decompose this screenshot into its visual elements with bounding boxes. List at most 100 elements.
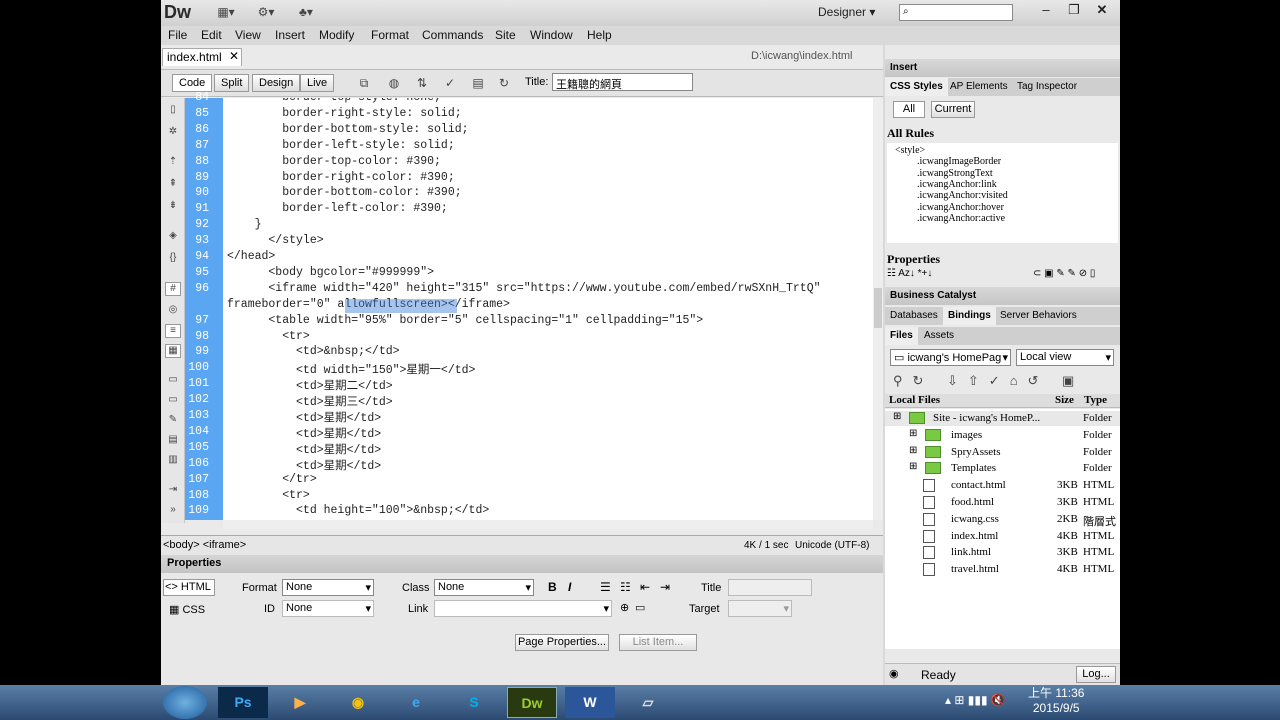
current-button[interactable]: Current (931, 101, 975, 118)
files-toolbar[interactable]: ⚲↻ ⇩⇧✓⌂↺ ▣ (893, 373, 1084, 389)
tray-icons[interactable]: ▴ ⊞ ▮▮▮ 🔇 (945, 693, 1006, 707)
code-editor[interactable]: border-top-style: none; border-right-sty… (223, 98, 873, 520)
italic-icon[interactable]: I (568, 580, 571, 594)
workspace-switcher[interactable]: Designer ▾ (818, 5, 875, 19)
col-type[interactable]: Type (1084, 394, 1107, 406)
outdent-icon[interactable]: ⇤ (640, 580, 650, 594)
properties-header[interactable]: Properties (161, 555, 883, 573)
design-view-button[interactable]: Design (252, 74, 301, 92)
layout-icon[interactable]: ▦▾ (213, 5, 239, 21)
dreamweaver-icon[interactable]: Dw (507, 687, 557, 718)
title-input[interactable]: 王籍聰的網頁 (552, 73, 693, 91)
tab-css-styles[interactable]: CSS Styles (885, 78, 948, 96)
file-row[interactable]: ⊞ images Folder (885, 428, 1120, 443)
css-mode-button[interactable]: ▦ CSS (169, 603, 205, 616)
view-select[interactable]: Local view ▾ (1016, 349, 1114, 366)
menu-help[interactable]: Help (587, 28, 612, 42)
link-input[interactable]: ▾ (434, 600, 612, 617)
preview-icon[interactable]: ◍ (381, 76, 407, 92)
search-input[interactable]: ⌕ (899, 4, 1013, 21)
title-prop-input[interactable] (728, 579, 812, 596)
folder-icon[interactable]: ▭ (635, 601, 645, 614)
file-row[interactable]: ⊞ Site - icwang's HomeP... Folder (885, 411, 1120, 426)
tab-files[interactable]: Files (885, 327, 918, 345)
show-code-navigator-icon[interactable]: ✲ (165, 126, 181, 140)
menu-modify[interactable]: Modify (319, 28, 354, 42)
id-select[interactable]: None ▾ (282, 600, 374, 617)
page-properties-button[interactable]: Page Properties... (515, 634, 609, 651)
recent-snippets-icon[interactable]: ▤ (165, 434, 181, 448)
balance-braces-icon[interactable]: {} (165, 252, 181, 266)
file-management-icon[interactable]: ⇅ (409, 76, 435, 92)
remove-comment-icon[interactable]: ▭ (165, 394, 181, 408)
menu-commands[interactable]: Commands (422, 28, 483, 42)
start-button[interactable] (163, 686, 207, 719)
maximize-icon[interactable]: ❐ (1060, 2, 1088, 20)
tab-tag-inspector[interactable]: Tag Inspector (1012, 78, 1082, 96)
file-row[interactable]: ⊞ SpryAssets Folder (885, 445, 1120, 460)
multiscreen-icon[interactable]: ⧉ (351, 76, 377, 92)
file-row[interactable]: food.html 3KB HTML (885, 495, 1120, 510)
site-icon[interactable]: ♣▾ (293, 5, 319, 21)
props-action-icons[interactable]: ⊂ ▣ ✎ ✎ ⊘ ▯ (1033, 268, 1095, 279)
css-rule[interactable]: .icwangAnchor:link (917, 179, 997, 190)
select-parent-tag-icon[interactable]: ◈ (165, 230, 181, 244)
menu-format[interactable]: Format (371, 28, 409, 42)
expand-icon[interactable]: ⊞ (909, 428, 917, 439)
open-documents-icon[interactable]: ▯ (165, 104, 181, 118)
props-view-icons[interactable]: ☷ Az↓ *+↓ (887, 268, 932, 279)
css-rule[interactable]: .icwangStrongText (917, 168, 993, 179)
more-tools-icon[interactable]: » (165, 504, 181, 518)
business-catalyst-header[interactable]: Business Catalyst (885, 287, 1120, 305)
gear-icon[interactable]: ⚙▾ (253, 5, 279, 21)
target-select[interactable]: ▾ (728, 600, 792, 617)
skype-icon[interactable]: S (449, 687, 499, 718)
file-row[interactable]: contact.html 3KB HTML (885, 478, 1120, 493)
highlight-invalid-code-icon[interactable]: ◎ (165, 304, 181, 318)
apply-comment-icon[interactable]: ▭ (165, 374, 181, 388)
close-icon[interactable]: ✕ (1088, 2, 1116, 20)
css-rule[interactable]: .icwangAnchor:active (917, 213, 1005, 224)
unordered-list-icon[interactable]: ☰ (600, 580, 611, 594)
list-item-button[interactable]: List Item... (619, 634, 697, 651)
tab-server-behaviors[interactable]: Server Behaviors (995, 307, 1082, 325)
minimize-icon[interactable]: – (1032, 2, 1060, 20)
col-size[interactable]: Size (1055, 394, 1074, 406)
file-row[interactable]: index.html 4KB HTML (885, 529, 1120, 544)
file-row[interactable]: icwang.css 2KB 階層式 (885, 512, 1120, 528)
css-rule[interactable]: <style> (895, 145, 925, 156)
ordered-list-icon[interactable]: ☷ (620, 580, 631, 594)
app-icon[interactable]: ▱ (623, 687, 673, 718)
move-css-icon[interactable]: ▥ (165, 454, 181, 468)
media-player-icon[interactable]: ▶ (275, 687, 325, 718)
photoshop-icon[interactable]: Ps (218, 687, 268, 718)
menu-view[interactable]: View (235, 28, 261, 42)
tab-databases[interactable]: Databases (885, 307, 943, 325)
ie-icon[interactable]: e (391, 687, 441, 718)
horizontal-scrollbar[interactable] (223, 520, 873, 530)
bold-icon[interactable]: B (548, 580, 557, 594)
menu-window[interactable]: Window (530, 28, 573, 42)
line-numbers-icon[interactable]: # (165, 282, 181, 296)
site-select[interactable]: ▭ icwang's HomePag ▾ (890, 349, 1011, 366)
file-row[interactable]: travel.html 4KB HTML (885, 562, 1120, 577)
split-view-button[interactable]: Split (214, 74, 250, 92)
collapse-full-tag-icon[interactable]: ⇡ (165, 156, 181, 170)
collapse-selection-icon[interactable]: ⇞ (165, 178, 181, 192)
menu-file[interactable]: File (168, 28, 187, 42)
file-row[interactable]: ⊞ Templates Folder (885, 461, 1120, 476)
log-button[interactable]: Log... (1076, 666, 1116, 683)
tab-assets[interactable]: Assets (919, 327, 959, 345)
vertical-scrollbar[interactable] (873, 98, 883, 520)
chrome-icon[interactable]: ◉ (333, 687, 383, 718)
point-to-file-icon[interactable]: ⊕ (620, 601, 629, 614)
menu-insert[interactable]: Insert (275, 28, 305, 42)
syntax-coloring-icon[interactable]: ▦ (165, 344, 181, 358)
menu-site[interactable]: Site (495, 28, 516, 42)
format-select[interactable]: None ▾ (282, 579, 374, 596)
css-rule[interactable]: .icwangImageBorder (917, 156, 1001, 167)
expand-icon[interactable]: ⊞ (893, 411, 901, 422)
tab-close-icon[interactable]: ✕ (229, 49, 239, 63)
indent-code-icon[interactable]: ⇥ (165, 484, 181, 498)
html-mode-button[interactable]: <> HTML (163, 579, 215, 596)
